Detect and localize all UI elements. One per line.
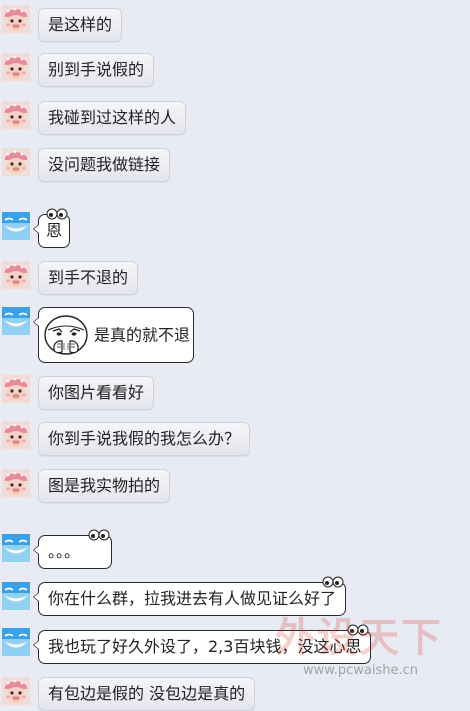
message-bubble: 。。。 (33, 535, 112, 569)
eyes-decoration-icon (46, 208, 68, 220)
seller-avatar-icon[interactable] (2, 212, 30, 240)
message-text: 我也玩了好久外设了，2,3百块钱，没这心思 (48, 637, 362, 656)
message-text: 有包边是假的 没包边是真的 (48, 684, 246, 703)
message-bubble: 是真的就不退 (33, 307, 195, 363)
message-text: 你在什么群，拉我进去有人做见证么好了 (48, 589, 337, 608)
customer-avatar-icon[interactable] (2, 101, 30, 129)
message-text: 没问题我做链接 (48, 155, 161, 174)
customer-avatar-icon[interactable] (2, 375, 30, 403)
message-text: 我碰到过这样的人 (48, 108, 177, 127)
seller-avatar-icon[interactable] (2, 534, 30, 562)
message-bubble: 恩 (33, 214, 71, 248)
customer-avatar-icon[interactable] (2, 677, 30, 705)
customer-avatar-icon[interactable] (2, 148, 30, 176)
customer-avatar-icon[interactable] (2, 53, 30, 81)
message-bubble: 我也玩了好久外设了，2,3百块钱，没这心思 (33, 630, 372, 664)
message-text: 你图片看看好 (48, 383, 145, 402)
message-text: 是真的就不退 (94, 325, 191, 345)
message-text: 图是我实物拍的 (48, 476, 161, 495)
message-bubble: 到手不退的 (38, 261, 139, 295)
message-bubble: 没问题我做链接 (38, 148, 171, 182)
message-text: 你到手说我假的我怎么办？ (48, 429, 241, 448)
eyes-decoration-icon (322, 576, 344, 588)
message-bubble: 有包边是假的 没包边是真的 (38, 677, 256, 711)
eyes-decoration-icon (88, 529, 110, 541)
customer-avatar-icon[interactable] (2, 421, 30, 449)
seller-avatar-icon[interactable] (2, 307, 30, 335)
message-bubble: 别到手说假的 (38, 53, 155, 87)
eyes-decoration-icon (347, 624, 369, 636)
message-bubble: 我碰到过这样的人 (38, 101, 187, 135)
seller-avatar-icon[interactable] (2, 582, 30, 610)
message-text: 别到手说假的 (48, 60, 145, 79)
message-bubble: 图是我实物拍的 (38, 469, 171, 503)
covering-mouth-meme-icon (44, 314, 88, 355)
message-text: 恩 (46, 221, 63, 240)
message-bubble: 你到手说我假的我怎么办？ (38, 422, 251, 456)
seller-avatar-icon[interactable] (2, 628, 30, 656)
message-text: 到手不退的 (48, 268, 129, 287)
customer-avatar-icon[interactable] (2, 469, 30, 497)
message-text: 。。。 (48, 542, 81, 561)
message-bubble: 你图片看看好 (38, 376, 155, 410)
message-bubble: 是这样的 (38, 8, 123, 42)
message-bubble: 你在什么群，拉我进去有人做见证么好了 (33, 582, 347, 616)
customer-avatar-icon[interactable] (2, 261, 30, 289)
chat-transcript: 是这样的 别到手说假的 我碰到过这样的人 没问题我做链接 恩 到手不退的 是真的… (0, 0, 470, 711)
customer-avatar-icon[interactable] (2, 5, 30, 33)
message-text: 是这样的 (48, 15, 113, 34)
